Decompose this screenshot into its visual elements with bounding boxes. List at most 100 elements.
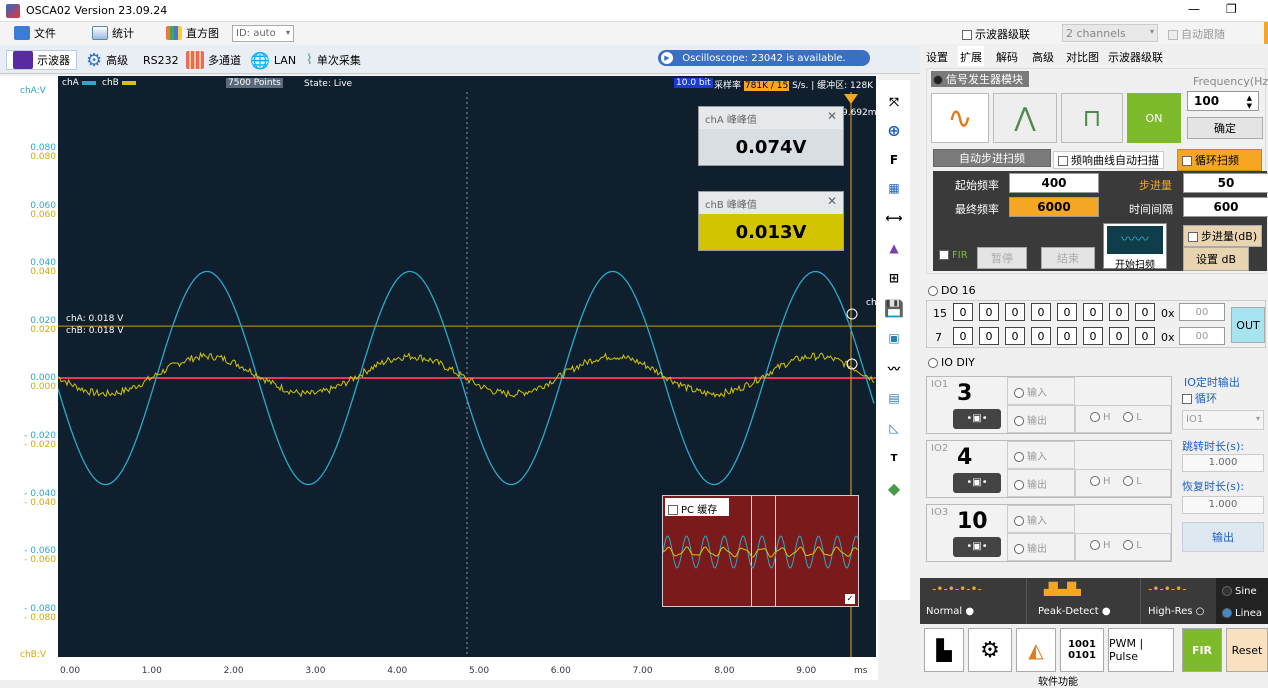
menu-stats[interactable]: 统计: [92, 24, 134, 42]
do-bit[interactable]: 0: [1083, 303, 1103, 321]
do-bit[interactable]: 0: [1005, 327, 1025, 345]
minimize-button[interactable]: —: [1188, 2, 1200, 16]
tab-right-1[interactable]: 扩展: [958, 46, 984, 66]
hex-input-2[interactable]: 00: [1179, 327, 1225, 345]
start-sweep-button[interactable]: 〰〰 开始扫频: [1103, 223, 1167, 271]
on-button[interactable]: ON: [1127, 93, 1181, 143]
io-input-radio[interactable]: 输入: [1007, 441, 1075, 469]
restore-button[interactable]: ❐: [1226, 2, 1237, 16]
zoom-icon[interactable]: ⊕: [882, 118, 906, 142]
triangle-wave-button[interactable]: ⋀: [993, 93, 1057, 143]
do16-radio[interactable]: DO 16: [928, 284, 976, 297]
f-tool-icon[interactable]: F: [882, 148, 906, 172]
tab-right-3[interactable]: 高级: [1030, 46, 1056, 66]
io-h-radio[interactable]: H: [1090, 540, 1111, 551]
menu-file[interactable]: 文件: [14, 24, 56, 42]
end-button[interactable]: 结束: [1041, 247, 1095, 269]
square-wave-button[interactable]: ⊓: [1061, 93, 1123, 143]
io-l-radio[interactable]: L: [1123, 540, 1142, 551]
do-bit[interactable]: 0: [1109, 327, 1129, 345]
tab-lan[interactable]: 🌐 LAN: [250, 50, 296, 70]
wave-icon[interactable]: 〰: [882, 356, 906, 380]
pause-button[interactable]: 暂停: [977, 247, 1027, 269]
signal-generator-radio[interactable]: 信号发生器模块: [931, 71, 1029, 87]
tab-scope[interactable]: 示波器: [6, 50, 77, 70]
tab-advanced[interactable]: ⚙ 高级: [86, 50, 128, 71]
channels-select[interactable]: 2 channels ▾: [1062, 24, 1158, 42]
expand-icon[interactable]: ⤧: [882, 90, 906, 114]
tab-right-5[interactable]: 示波器级联: [1106, 46, 1165, 66]
io-input-radio[interactable]: 输入: [1007, 505, 1075, 533]
chb-peak-panel[interactable]: chB 峰峰值 ✕ 0.013V: [698, 191, 844, 251]
do-bit[interactable]: 0: [979, 303, 999, 321]
resp-auto-checkbox[interactable]: 频响曲线自动扫描: [1053, 151, 1164, 169]
loop-checkbox[interactable]: 循环: [1182, 390, 1217, 406]
spectrum-icon[interactable]: ▲: [882, 236, 906, 260]
fir-button[interactable]: FIR: [1182, 628, 1222, 672]
do-bit[interactable]: 0: [1135, 303, 1155, 321]
chip-settings-icon[interactable]: ⚙: [968, 628, 1012, 672]
linear-option[interactable]: Linea: [1222, 608, 1262, 619]
bar-chart-icon[interactable]: ▙: [924, 628, 964, 672]
calculator-icon[interactable]: ⊞: [882, 266, 906, 290]
start-frequency-input[interactable]: 400: [1009, 173, 1099, 193]
io-select[interactable]: IO1 ▾: [1182, 410, 1264, 430]
play-icon[interactable]: ▶: [661, 52, 673, 64]
save-icon[interactable]: 💾: [882, 296, 906, 320]
io-output-radio[interactable]: 输出: [1007, 533, 1075, 561]
minimap-check-icon[interactable]: ✓: [845, 594, 855, 604]
end-frequency-input[interactable]: 6000: [1009, 197, 1099, 217]
pc-cache-checkbox[interactable]: PC 缓存: [665, 498, 729, 516]
ruler-icon[interactable]: ◺: [882, 416, 906, 440]
cha-peak-panel[interactable]: chA 峰峰值 ✕ 0.074V: [698, 106, 844, 166]
area-chart-icon[interactable]: ◭: [1016, 628, 1056, 672]
mode-high-res[interactable]: -•-•-•- High-Res ○: [1148, 582, 1216, 622]
chb-legend[interactable]: chB: [102, 78, 136, 88]
io-output-radio[interactable]: 输出: [1007, 405, 1075, 433]
close-icon[interactable]: ✕: [827, 109, 837, 123]
io-h-radio[interactable]: H: [1090, 476, 1111, 487]
tag-icon[interactable]: ◆: [882, 476, 906, 500]
image-icon[interactable]: ▣: [882, 326, 906, 350]
cascade-checkbox[interactable]: 示波器级联: [962, 26, 1030, 42]
do-bit[interactable]: 0: [953, 303, 973, 321]
id-select[interactable]: ID: auto ▾: [232, 25, 294, 42]
io-output-radio[interactable]: 输出: [1007, 469, 1075, 497]
step-db-checkbox[interactable]: 步进量(dB): [1183, 225, 1263, 247]
pc-cache-minimap[interactable]: PC 缓存 ✓: [662, 495, 859, 607]
flip-duration-input[interactable]: 1.000: [1182, 454, 1264, 472]
text-tool-icon[interactable]: T: [882, 446, 906, 470]
frequency-input[interactable]: 100 ▲ ▼: [1187, 91, 1259, 111]
io-output-button[interactable]: 输出: [1182, 522, 1264, 552]
menu-histogram[interactable]: 直方图: [166, 24, 219, 42]
close-icon[interactable]: ✕: [827, 194, 837, 208]
pwm-pulse-button[interactable]: PWM | Pulse: [1108, 628, 1174, 672]
measure-width-icon[interactable]: ⟷: [882, 206, 906, 230]
tab-right-2[interactable]: 解码: [994, 46, 1020, 66]
tab-right-4[interactable]: 对比图: [1064, 46, 1101, 66]
tab-single-capture[interactable]: ⌇ 单次采集: [306, 50, 361, 70]
do-bit[interactable]: 0: [1031, 327, 1051, 345]
auto-follow-checkbox[interactable]: 自动跟随: [1168, 26, 1225, 42]
do-bit[interactable]: 0: [1109, 303, 1129, 321]
do-bit[interactable]: 0: [1005, 303, 1025, 321]
io-diy-radio[interactable]: IO DIY: [928, 356, 975, 369]
do-bit[interactable]: 0: [1083, 327, 1103, 345]
out-button[interactable]: OUT: [1231, 307, 1265, 343]
trigger-marker-icon[interactable]: [844, 94, 858, 104]
io-input-radio[interactable]: 输入: [1007, 377, 1075, 405]
tab-multichannel[interactable]: 多通道: [186, 50, 241, 70]
io-h-radio[interactable]: H: [1090, 412, 1111, 423]
hex-input-1[interactable]: 00: [1179, 303, 1225, 321]
do-bit[interactable]: 0: [953, 327, 973, 345]
do-bit[interactable]: 0: [1135, 327, 1155, 345]
auto-step-button[interactable]: 自动步进扫频: [933, 149, 1051, 167]
sine-option[interactable]: Sine: [1222, 586, 1257, 597]
io-l-radio[interactable]: L: [1123, 476, 1142, 487]
table-icon[interactable]: ▤: [882, 386, 906, 410]
restore-duration-input[interactable]: 1.000: [1182, 496, 1264, 514]
tab-right-0[interactable]: 设置: [924, 46, 950, 66]
loop-sweep-checkbox[interactable]: 循环扫频: [1177, 149, 1262, 171]
do-bit[interactable]: 0: [1057, 327, 1077, 345]
step-input[interactable]: 50: [1183, 173, 1268, 193]
